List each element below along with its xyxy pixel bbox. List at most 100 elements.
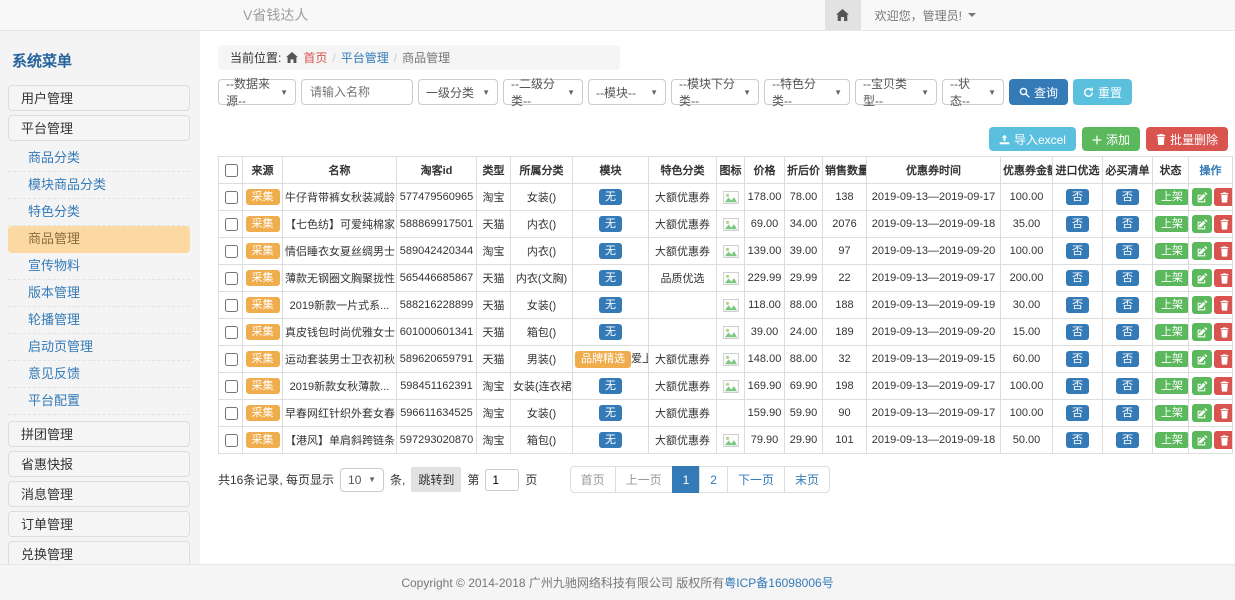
edit-button[interactable] — [1192, 431, 1212, 449]
edit-button[interactable] — [1192, 188, 1212, 206]
name-search-input[interactable] — [301, 79, 413, 105]
must-buy-badge[interactable]: 否 — [1116, 297, 1139, 313]
sidebar-subitem[interactable]: 商品分类 — [8, 145, 190, 172]
home-button[interactable] — [825, 0, 861, 30]
sidebar-section[interactable]: 省惠快报 — [8, 451, 190, 477]
page-button[interactable]: 末页 — [784, 466, 830, 493]
add-button[interactable]: 添加 — [1082, 127, 1140, 151]
feature-category-select[interactable]: --特色分类--▼ — [764, 79, 850, 105]
delete-button[interactable] — [1214, 296, 1233, 314]
edit-button[interactable] — [1192, 215, 1212, 233]
must-buy-badge[interactable]: 否 — [1116, 243, 1139, 259]
sidebar-subitem[interactable]: 轮播管理 — [8, 307, 190, 334]
search-button[interactable]: 查询 — [1009, 79, 1068, 105]
page-number-input[interactable] — [485, 469, 519, 491]
must-buy-badge[interactable]: 否 — [1116, 378, 1139, 394]
page-button[interactable]: 2 — [699, 466, 728, 493]
imported-badge[interactable]: 否 — [1066, 297, 1089, 313]
sidebar-section[interactable]: 消息管理 — [8, 481, 190, 507]
sidebar-subitem[interactable]: 意见反馈 — [8, 361, 190, 388]
row-checkbox[interactable] — [225, 299, 238, 312]
status-badge[interactable]: 上架 — [1155, 189, 1189, 205]
page-size-select[interactable]: 10▼ — [340, 468, 384, 492]
row-checkbox[interactable] — [225, 245, 238, 258]
breadcrumb-home-link[interactable]: 首页 — [303, 49, 327, 66]
batch-delete-button[interactable]: 批量删除 — [1146, 127, 1228, 151]
status-badge[interactable]: 上架 — [1155, 405, 1189, 421]
row-checkbox[interactable] — [225, 353, 238, 366]
must-buy-badge[interactable]: 否 — [1116, 432, 1139, 448]
delete-button[interactable] — [1214, 350, 1233, 368]
sidebar-subitem[interactable]: 商品管理 — [8, 226, 190, 253]
delete-button[interactable] — [1214, 242, 1233, 260]
edit-button[interactable] — [1192, 350, 1212, 368]
sidebar-section[interactable]: 订单管理 — [8, 511, 190, 537]
imported-badge[interactable]: 否 — [1066, 243, 1089, 259]
sidebar-subitem[interactable]: 版本管理 — [8, 280, 190, 307]
sidebar-subitem[interactable]: 启动页管理 — [8, 334, 190, 361]
status-badge[interactable]: 上架 — [1155, 270, 1189, 286]
page-button[interactable]: 上一页 — [615, 466, 673, 493]
page-button[interactable]: 1 — [672, 466, 701, 493]
delete-button[interactable] — [1214, 404, 1233, 422]
edit-button[interactable] — [1192, 242, 1212, 260]
jump-button[interactable]: 跳转到 — [411, 467, 461, 492]
status-badge[interactable]: 上架 — [1155, 378, 1189, 394]
status-badge[interactable]: 上架 — [1155, 243, 1189, 259]
status-badge[interactable]: 上架 — [1155, 297, 1189, 313]
sidebar-section-user-management[interactable]: 用户管理 — [8, 85, 190, 111]
row-checkbox[interactable] — [225, 272, 238, 285]
status-badge[interactable]: 上架 — [1155, 351, 1189, 367]
edit-button[interactable] — [1192, 404, 1212, 422]
level1-category-select[interactable]: 一级分类▼ — [418, 79, 498, 105]
must-buy-badge[interactable]: 否 — [1116, 189, 1139, 205]
sidebar-subitem[interactable]: 模块商品分类 — [8, 172, 190, 199]
imported-badge[interactable]: 否 — [1066, 270, 1089, 286]
edit-button[interactable] — [1192, 269, 1212, 287]
sidebar-section[interactable]: 兑换管理 — [8, 541, 190, 565]
delete-button[interactable] — [1214, 188, 1233, 206]
edit-button[interactable] — [1192, 323, 1212, 341]
imported-badge[interactable]: 否 — [1066, 378, 1089, 394]
page-button[interactable]: 下一页 — [727, 466, 785, 493]
sidebar-section-platform-management[interactable]: 平台管理 — [8, 115, 190, 141]
row-checkbox[interactable] — [225, 380, 238, 393]
import-excel-button[interactable]: 导入excel — [989, 127, 1076, 151]
delete-button[interactable] — [1214, 269, 1233, 287]
row-checkbox[interactable] — [225, 326, 238, 339]
status-badge[interactable]: 上架 — [1155, 216, 1189, 232]
must-buy-badge[interactable]: 否 — [1116, 405, 1139, 421]
item-type-select[interactable]: --宝贝类型--▼ — [855, 79, 937, 105]
imported-badge[interactable]: 否 — [1066, 405, 1089, 421]
breadcrumb-platform-link[interactable]: 平台管理 — [341, 49, 389, 66]
imported-badge[interactable]: 否 — [1066, 216, 1089, 232]
must-buy-badge[interactable]: 否 — [1116, 270, 1139, 286]
module-select[interactable]: --模块--▼ — [588, 79, 666, 105]
reset-button[interactable]: 重置 — [1073, 79, 1132, 105]
sidebar-subitem[interactable]: 特色分类 — [8, 199, 190, 226]
imported-badge[interactable]: 否 — [1066, 324, 1089, 340]
level2-category-select[interactable]: --二级分类--▼ — [503, 79, 583, 105]
sidebar-subitem[interactable]: 平台配置 — [8, 388, 190, 415]
data-source-select[interactable]: --数据来源--▼ — [218, 79, 296, 105]
module-sub-category-select[interactable]: --模块下分类--▼ — [671, 79, 759, 105]
imported-badge[interactable]: 否 — [1066, 351, 1089, 367]
icp-link[interactable]: 粤ICP备16098006号 — [724, 574, 833, 591]
select-all-checkbox[interactable] — [225, 164, 238, 177]
user-menu[interactable]: 欢迎您，管理员! — [861, 7, 990, 24]
edit-button[interactable] — [1192, 296, 1212, 314]
delete-button[interactable] — [1214, 431, 1233, 449]
edit-button[interactable] — [1192, 377, 1212, 395]
imported-badge[interactable]: 否 — [1066, 189, 1089, 205]
row-checkbox[interactable] — [225, 407, 238, 420]
must-buy-badge[interactable]: 否 — [1116, 324, 1139, 340]
must-buy-badge[interactable]: 否 — [1116, 216, 1139, 232]
delete-button[interactable] — [1214, 377, 1233, 395]
must-buy-badge[interactable]: 否 — [1116, 351, 1139, 367]
row-checkbox[interactable] — [225, 218, 238, 231]
row-checkbox[interactable] — [225, 191, 238, 204]
page-button[interactable]: 首页 — [570, 466, 616, 493]
status-select[interactable]: --状态--▼ — [942, 79, 1004, 105]
sidebar-section[interactable]: 拼团管理 — [8, 421, 190, 447]
status-badge[interactable]: 上架 — [1155, 432, 1189, 448]
